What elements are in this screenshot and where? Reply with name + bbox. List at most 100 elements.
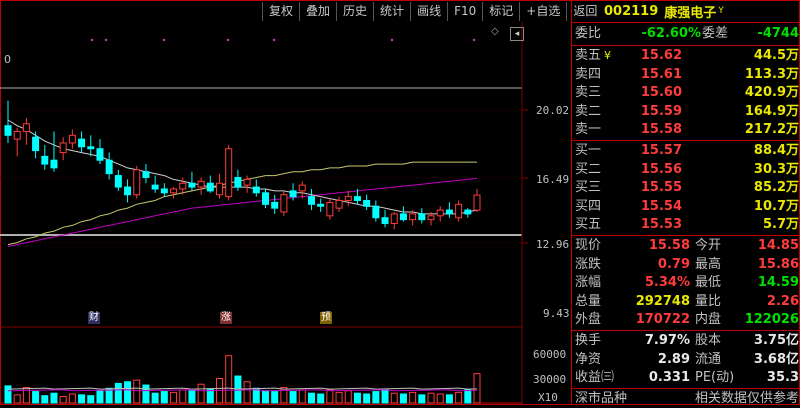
indicator-marker — [90, 38, 94, 42]
statistics-button[interactable]: 统计 — [373, 2, 410, 21]
stock-code: 002119 — [604, 3, 659, 19]
orderbook-price: 15.59 — [640, 103, 682, 119]
orderbook-sell-row[interactable]: 卖五 ¥15.62 44.5万 — [572, 47, 800, 65]
stat-value: 3.75亿 — [753, 333, 799, 348]
stat-value: 15.86 — [757, 256, 799, 272]
candle-body — [124, 186, 132, 196]
volume-bar — [151, 392, 159, 404]
orderbook-buy-row[interactable]: 买一 15.57 88.4万 — [572, 142, 800, 160]
orderbook-sell-row[interactable]: 卖三 15.60 420.9万 — [572, 84, 800, 102]
candle-body — [96, 148, 104, 161]
volume-bar — [455, 391, 463, 404]
orderbook-volume: 113.3万 — [744, 66, 799, 82]
stat-label: 最高 — [695, 256, 722, 272]
quote-stat-row: 外盘 170722 内盘 122026 — [572, 311, 800, 329]
candle-body — [455, 203, 463, 219]
candle-body — [133, 169, 141, 196]
orderbook-label: 卖四 — [575, 66, 602, 82]
volume-bar — [87, 395, 95, 404]
volume-bar — [464, 389, 472, 404]
candle-body — [160, 188, 168, 194]
price-tick-label: 9.43 — [543, 307, 570, 320]
price-flag-icon: ¥ — [604, 49, 611, 62]
divider — [572, 330, 800, 331]
volume-bar — [78, 394, 86, 404]
candle-body — [436, 209, 444, 217]
mark-button[interactable]: 标记 — [482, 2, 519, 21]
f10-button[interactable]: F10 — [447, 2, 482, 21]
volume-tick-label: 30000 — [533, 373, 567, 386]
fuquan-button[interactable]: 复权 — [262, 2, 299, 21]
stat-value: 122026 — [744, 312, 799, 327]
history-button[interactable]: 历史 — [336, 2, 373, 21]
volume-bar — [317, 393, 325, 404]
quote-panel: 002119 康强电子 Y 委比 -62.60% 委差 -4744 深市品种 相… — [571, 0, 800, 406]
divider — [572, 235, 800, 236]
volume-ma-line — [7, 387, 478, 390]
overlay-button[interactable]: 叠加 — [299, 2, 336, 21]
stat-label: 现价 — [575, 238, 602, 253]
volume-bar — [473, 373, 481, 404]
volume-bar — [409, 391, 417, 404]
stat-label: PE(动) — [695, 370, 735, 385]
candle-body — [289, 190, 297, 198]
candle-body — [261, 192, 269, 205]
orderbook-buy-row[interactable]: 买五 15.53 5.7万 — [572, 216, 800, 234]
volume-bar — [353, 392, 361, 404]
candle-body — [418, 213, 426, 221]
orderbook-label: 买二 — [575, 161, 602, 177]
candle-body — [151, 184, 159, 190]
stat-label: 涨幅 — [575, 275, 602, 290]
scroll-left-icon[interactable]: ◂ — [510, 27, 524, 41]
orderbook-price: 15.62 — [640, 48, 682, 63]
indicator-marker — [272, 38, 276, 42]
candle-body — [298, 184, 306, 192]
orderbook-buy-row[interactable]: 买二 15.56 30.3万 — [572, 161, 800, 179]
volume-bar — [335, 391, 343, 404]
volume-bar — [170, 391, 178, 404]
candle-body — [32, 136, 40, 152]
orderbook-sell-row[interactable]: 卖一 15.58 217.2万 — [572, 121, 800, 139]
volume-tick-label: 60000 — [533, 348, 567, 361]
indicator-marker — [390, 38, 394, 42]
stat-value: 0.79 — [657, 256, 690, 272]
price-tick-label: 20.02 — [536, 104, 570, 117]
candle-body — [271, 201, 279, 209]
orderbook-buy-row[interactable]: 买三 15.55 85.2万 — [572, 179, 800, 197]
candle-body — [105, 159, 113, 175]
stat-label: 股本 — [695, 333, 722, 348]
candle-body — [179, 182, 187, 190]
stat-value: 0.331 — [648, 370, 690, 385]
add-watchlist-button[interactable]: +自选 — [519, 2, 566, 21]
orderbook-price: 15.53 — [640, 217, 682, 232]
volume-bar — [160, 391, 168, 404]
orderbook-price: 15.55 — [640, 180, 682, 195]
candle-body — [445, 209, 453, 215]
chart-toolbar: 复权 叠加 历史 统计 画线 F10 标记 +自选 返回 — [262, 2, 603, 21]
candle-body — [188, 182, 196, 188]
volume-unit-label: X10 — [538, 391, 558, 404]
candle-body — [307, 196, 315, 205]
event-tag-finance[interactable]: 财 — [88, 312, 100, 324]
orderbook-buy-row[interactable]: 买四 15.54 10.7万 — [572, 198, 800, 216]
kline-chart-svg[interactable] — [0, 22, 570, 405]
event-tag-rise[interactable]: 涨 — [220, 312, 232, 324]
orderbook-sell-row[interactable]: 卖二 15.59 164.9万 — [572, 103, 800, 121]
volume-bar — [445, 394, 453, 404]
candle-body — [372, 205, 380, 219]
volume-bar — [289, 391, 297, 404]
event-tag-forecast[interactable]: 预 — [320, 312, 332, 324]
volume-bar — [59, 395, 67, 404]
quote-stat-row: 换手 7.97% 股本 3.75亿 — [572, 332, 800, 350]
volume-bar — [271, 391, 279, 404]
volume-bar — [399, 393, 407, 404]
candle-body — [59, 142, 67, 154]
diamond-icon[interactable]: ◇ — [491, 26, 499, 37]
quote-stat-row: 涨幅 5.34% 最低 14.59 — [572, 274, 800, 292]
candle-body — [353, 196, 361, 201]
volume-bar — [133, 379, 141, 404]
orderbook-sell-row[interactable]: 卖四 15.61 113.3万 — [572, 66, 800, 84]
kline-chart-area[interactable] — [0, 22, 570, 405]
candle-body — [409, 213, 417, 221]
draw-line-button[interactable]: 画线 — [410, 2, 447, 21]
